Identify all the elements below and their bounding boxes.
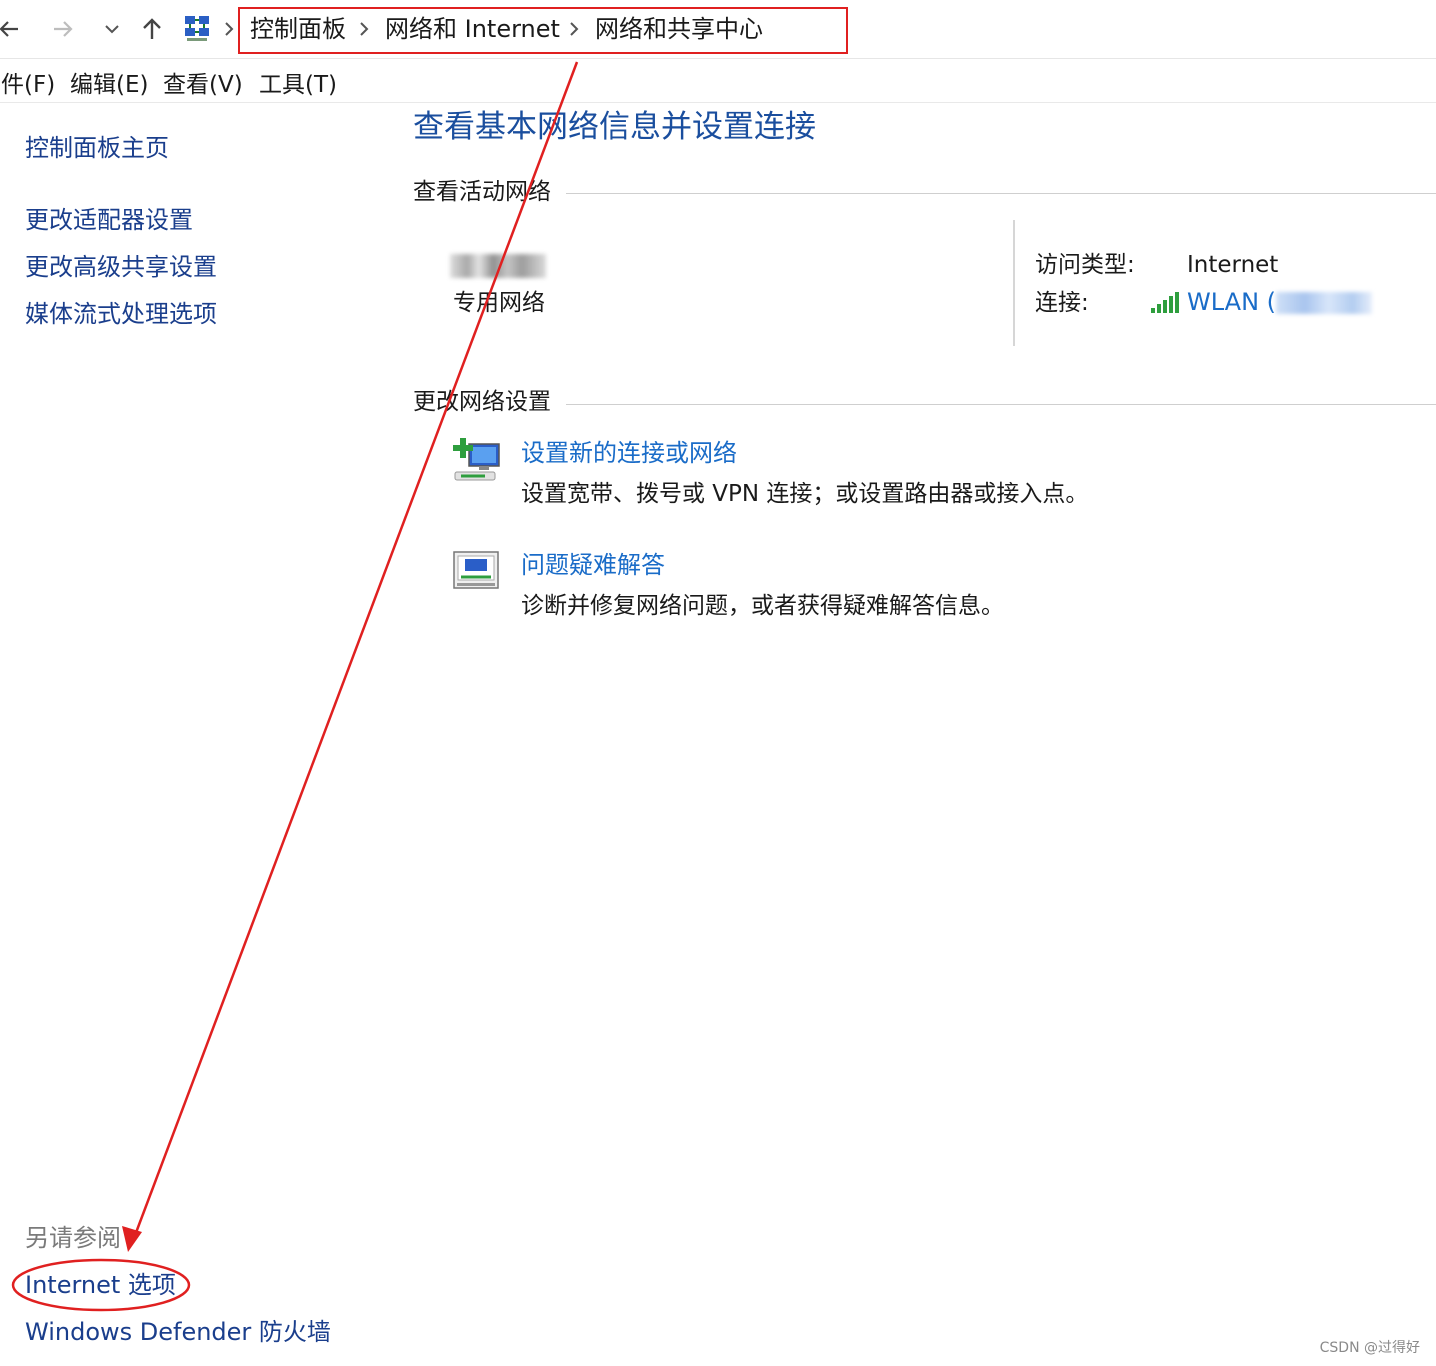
annotation-arrow-head xyxy=(122,1226,142,1252)
watermark: CSDN @过得好 xyxy=(1319,1340,1420,1356)
annotation-arrow-overlay xyxy=(11,61,579,1312)
annotation-arrow-line xyxy=(132,61,579,1239)
annotation-ellipse xyxy=(11,1258,191,1312)
